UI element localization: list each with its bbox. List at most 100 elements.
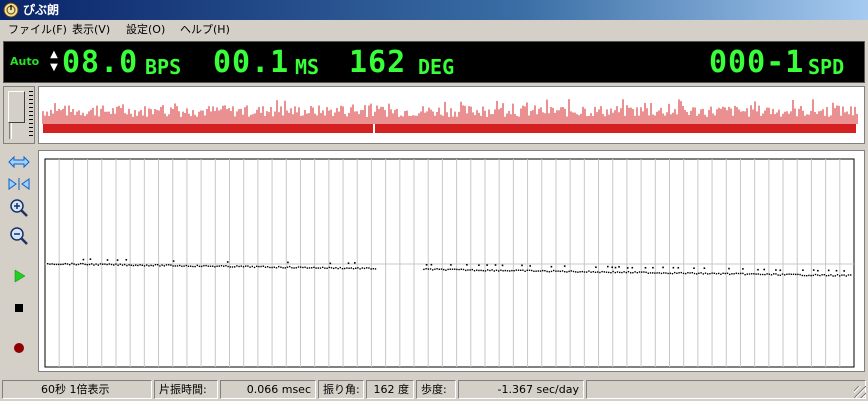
plot-point-upper bbox=[626, 267, 629, 269]
plot-point bbox=[64, 262, 66, 265]
plot-point bbox=[432, 269, 434, 271]
plot-point bbox=[324, 267, 326, 269]
plot-point-upper bbox=[693, 267, 695, 269]
stop-button[interactable] bbox=[4, 296, 34, 320]
plot-point bbox=[165, 264, 168, 266]
menu-help[interactable]: ヘルプ(H) bbox=[176, 22, 234, 37]
plot-point-upper bbox=[827, 269, 830, 272]
plot-point bbox=[506, 270, 509, 272]
plot-point bbox=[592, 271, 594, 273]
gain-slider[interactable] bbox=[3, 86, 35, 144]
plot-point bbox=[533, 270, 535, 272]
plot-point bbox=[322, 266, 324, 268]
plot-point-upper bbox=[529, 265, 531, 267]
plot-point bbox=[99, 263, 102, 265]
plot-point bbox=[548, 271, 550, 273]
plot-point-upper bbox=[494, 264, 497, 266]
plot-point-upper bbox=[802, 269, 804, 271]
app-icon bbox=[3, 2, 19, 18]
plot-point bbox=[319, 267, 322, 269]
plot-point bbox=[469, 269, 471, 271]
plot-point-upper bbox=[843, 270, 845, 272]
menu-settings[interactable]: 設定(O) bbox=[122, 22, 169, 37]
menu-bar: ファイル(F) 表示(V) 設定(O) ヘルプ(H) bbox=[0, 20, 868, 39]
status-swing-angle-value: 162 度 bbox=[366, 380, 414, 399]
plot-point-upper bbox=[631, 266, 634, 269]
plot-point bbox=[170, 264, 172, 266]
plot-point bbox=[260, 265, 262, 268]
plot-point bbox=[522, 269, 524, 271]
plot-point bbox=[704, 272, 707, 274]
resize-grip-icon[interactable] bbox=[854, 386, 866, 398]
plot-point bbox=[821, 274, 823, 276]
lcd-display: Auto ▲ ▼ 08.0 BPS 00.1 MS 162 DEG 000-1 … bbox=[3, 41, 865, 83]
plot-point-upper bbox=[425, 264, 428, 266]
plot-point bbox=[836, 274, 839, 276]
plot-point-upper bbox=[550, 265, 553, 268]
plot-point bbox=[768, 273, 770, 275]
plot-point bbox=[187, 265, 190, 267]
plot-point bbox=[225, 265, 227, 267]
plot-point bbox=[293, 267, 295, 269]
plot-point bbox=[91, 263, 93, 265]
waveform-view bbox=[38, 86, 865, 144]
plot-point-upper bbox=[430, 263, 433, 266]
plot-point-upper bbox=[812, 269, 815, 271]
plot-point bbox=[733, 273, 735, 275]
plot-point bbox=[108, 263, 110, 265]
plot-point-upper bbox=[82, 258, 85, 261]
plot-point bbox=[154, 264, 157, 266]
plot-point bbox=[590, 271, 592, 273]
play-button[interactable] bbox=[4, 264, 34, 288]
plot-point bbox=[819, 274, 821, 277]
record-button[interactable] bbox=[4, 336, 34, 360]
plot-point bbox=[491, 269, 493, 271]
spin-up-icon[interactable]: ▲ bbox=[48, 48, 60, 61]
plot-point bbox=[146, 264, 148, 266]
plot-point-upper bbox=[125, 259, 128, 261]
plot-point bbox=[559, 270, 561, 273]
plot-point bbox=[366, 267, 368, 269]
plot-point bbox=[810, 274, 812, 277]
zoom-out-button[interactable] bbox=[4, 224, 34, 248]
plot-point bbox=[817, 274, 819, 276]
plot-point bbox=[300, 266, 302, 268]
zoom-in-icon bbox=[10, 199, 28, 217]
plot-point bbox=[267, 266, 269, 268]
plot-point bbox=[517, 269, 520, 271]
plot-point bbox=[359, 268, 361, 270]
plot-point bbox=[603, 271, 605, 273]
plot-point bbox=[132, 264, 135, 267]
plot-point-upper bbox=[347, 262, 350, 264]
plot-point bbox=[326, 267, 328, 269]
plot-point bbox=[799, 273, 801, 276]
plot-point bbox=[795, 273, 797, 276]
plot-point bbox=[564, 271, 566, 273]
plot-point bbox=[429, 268, 432, 270]
plot-point-upper bbox=[677, 267, 680, 269]
window-title: ぴぶ朗 bbox=[23, 3, 60, 17]
fit-horizontal-button[interactable] bbox=[4, 150, 34, 174]
slider-thumb[interactable] bbox=[8, 91, 25, 123]
plot-point bbox=[454, 268, 456, 270]
plot-point bbox=[638, 271, 641, 273]
plot-point bbox=[240, 265, 242, 267]
bps-spinner[interactable]: ▲ ▼ bbox=[48, 48, 60, 78]
plot-point bbox=[333, 267, 335, 270]
shrink-button[interactable] bbox=[4, 172, 34, 196]
plot-point-upper bbox=[618, 266, 620, 268]
plot-point-upper bbox=[835, 269, 838, 272]
plot-point bbox=[678, 272, 680, 274]
spin-down-icon[interactable]: ▼ bbox=[48, 61, 60, 74]
plot-point bbox=[119, 263, 121, 265]
fit-horizontal-icon bbox=[8, 155, 30, 169]
plot-point bbox=[190, 265, 192, 267]
plot-point bbox=[764, 273, 766, 276]
menu-view[interactable]: 表示(V) bbox=[68, 22, 114, 37]
plot-point bbox=[286, 266, 289, 268]
menu-file[interactable]: ファイル(F) bbox=[4, 22, 71, 37]
auto-label[interactable]: Auto bbox=[10, 55, 39, 68]
plot-point bbox=[667, 272, 669, 275]
plot-point bbox=[348, 267, 350, 269]
zoom-in-button[interactable] bbox=[4, 196, 34, 220]
